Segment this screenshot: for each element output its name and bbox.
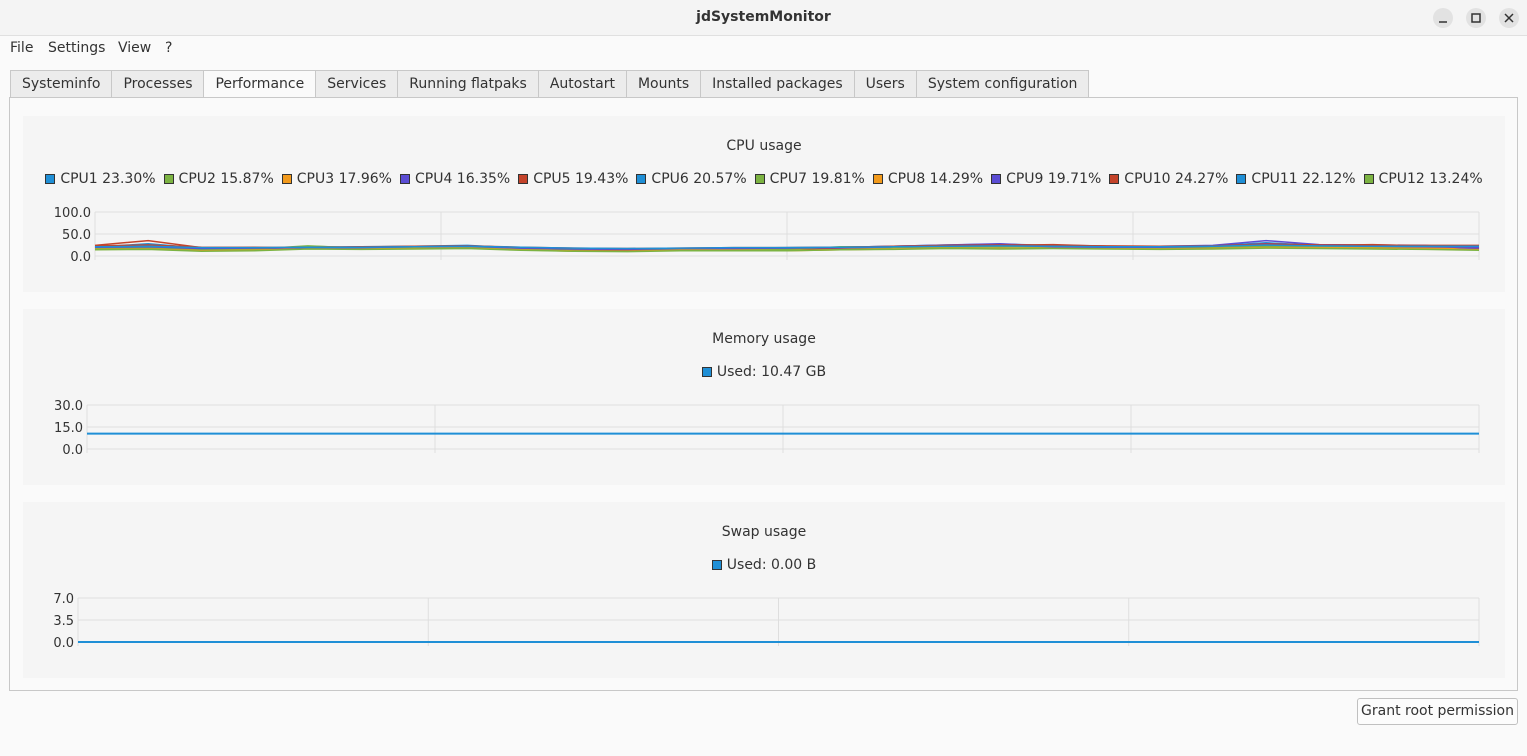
y-tick-label: 7.0 xyxy=(53,592,74,607)
tab-bar: Systeminfo Processes Performance Service… xyxy=(10,70,1090,99)
tab-processes[interactable]: Processes xyxy=(111,70,204,98)
swap-usage-chart: Swap usage Used: 0.00 B 7.0 3.5 0.0 xyxy=(23,502,1505,678)
maximize-icon xyxy=(1471,13,1481,23)
y-tick-label: 100.0 xyxy=(54,206,91,221)
memory-plot: 30.0 15.0 0.0 xyxy=(54,399,1480,458)
y-tick-label: 15.0 xyxy=(54,421,83,436)
y-tick-label: 30.0 xyxy=(54,399,83,414)
minimize-icon xyxy=(1439,21,1447,23)
tab-running-flatpaks[interactable]: Running flatpaks xyxy=(397,70,538,98)
tab-systeminfo[interactable]: Systeminfo xyxy=(10,70,112,98)
cpu-plot: 100.0 50.0 0.0 xyxy=(54,206,1480,265)
close-button[interactable] xyxy=(1499,8,1519,28)
tab-system-configuration[interactable]: System configuration xyxy=(915,70,1090,98)
y-tick-label: 0.0 xyxy=(53,636,74,651)
title-bar: jdSystemMonitor xyxy=(0,0,1527,36)
tab-services[interactable]: Services xyxy=(316,70,398,98)
menu-bar: File Settings View ? xyxy=(0,37,1527,61)
menu-settings[interactable]: Settings xyxy=(48,40,105,56)
performance-panel: CPU usage CPU1 23.30% CPU2 15.87% CPU3 17.… xyxy=(9,97,1518,691)
minimize-button[interactable] xyxy=(1433,8,1453,28)
window-title: jdSystemMonitor xyxy=(696,9,831,25)
y-tick-label: 0.0 xyxy=(62,443,83,458)
memory-usage-chart: Memory usage Used: 10.47 GB 30.0 15.0 0.0 xyxy=(23,309,1505,485)
grid xyxy=(86,404,1480,453)
menu-view[interactable]: View xyxy=(118,40,151,56)
close-icon xyxy=(1504,13,1514,23)
cpu-usage-chart: CPU usage CPU1 23.30% CPU2 15.87% CPU3 17.… xyxy=(23,116,1505,292)
grid xyxy=(94,211,1480,260)
tab-installed-packages[interactable]: Installed packages xyxy=(700,70,854,98)
grid xyxy=(77,597,1480,646)
tab-mounts[interactable]: Mounts xyxy=(625,70,701,98)
tab-autostart[interactable]: Autostart xyxy=(537,70,626,98)
y-tick-label: 3.5 xyxy=(53,614,74,629)
maximize-button[interactable] xyxy=(1466,8,1486,28)
tab-users[interactable]: Users xyxy=(853,70,916,98)
menu-file[interactable]: File xyxy=(10,40,33,56)
tab-performance[interactable]: Performance xyxy=(203,70,317,99)
menu-help[interactable]: ? xyxy=(165,40,172,56)
swap-plot: 7.0 3.5 0.0 xyxy=(53,592,1480,651)
y-tick-label: 50.0 xyxy=(62,228,91,243)
y-tick-label: 0.0 xyxy=(70,250,91,265)
grant-root-permission-button[interactable]: Grant root permission xyxy=(1357,698,1518,725)
